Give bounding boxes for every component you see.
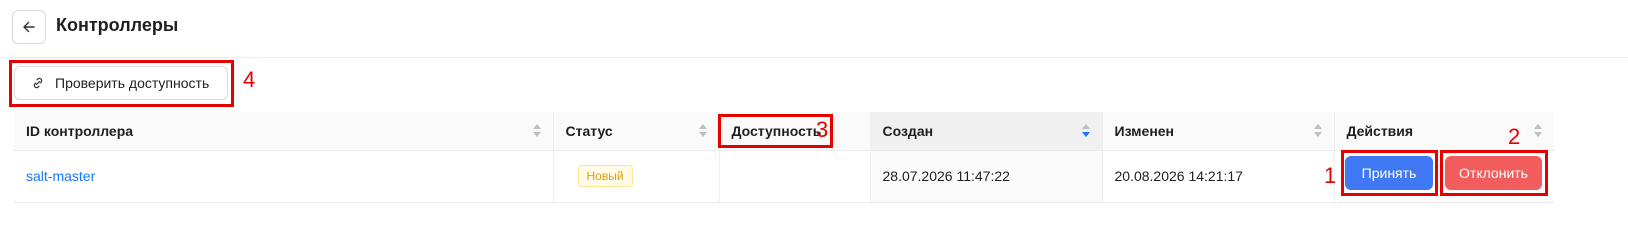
arrow-left-icon [21, 19, 37, 35]
page-header: Контроллеры [0, 0, 1628, 58]
annotation-box-1 [1341, 150, 1438, 196]
column-header-modified[interactable]: Изменен [1101, 112, 1334, 151]
column-header-status[interactable]: Статус [552, 112, 719, 151]
status-cell: Новый [552, 150, 719, 203]
controller-id-cell: salt-master [14, 150, 553, 203]
table-row: salt-master Новый 28.07.2026 11:47:22 20… [14, 150, 1554, 203]
annotation-box-2 [1440, 150, 1548, 196]
annotation-number-2: 2 [1508, 124, 1521, 149]
sort-icon[interactable] [1534, 124, 1542, 138]
back-button[interactable] [12, 10, 46, 44]
annotation-box-4 [9, 60, 234, 107]
column-header-label: ID контроллера [26, 122, 134, 139]
created-cell: 28.07.2026 11:47:22 [869, 150, 1102, 203]
column-header-actions[interactable]: Действия [1333, 112, 1554, 151]
controller-id-link[interactable]: salt-master [26, 168, 95, 184]
column-header-id[interactable]: ID контроллера [14, 112, 553, 151]
column-header-created[interactable]: Создан [869, 112, 1102, 151]
modified-cell: 20.08.2026 14:21:17 [1101, 150, 1334, 203]
sort-icon[interactable] [698, 124, 707, 138]
sort-descending-icon[interactable] [1081, 124, 1090, 138]
sort-icon[interactable] [1313, 124, 1322, 138]
column-header-label: Изменен [1114, 122, 1175, 139]
column-header-label: Действия [1346, 122, 1414, 139]
column-header-label: Статус [565, 122, 613, 139]
sort-icon[interactable] [532, 124, 541, 138]
annotation-number-3: 3 [816, 117, 829, 142]
annotation-number-1: 1 [1324, 163, 1337, 188]
availability-cell [718, 150, 870, 203]
annotation-number-4: 4 [243, 67, 256, 92]
status-badge: Новый [577, 165, 633, 187]
column-header-label: Создан [882, 122, 934, 139]
page-title: Контроллеры [56, 15, 179, 35]
